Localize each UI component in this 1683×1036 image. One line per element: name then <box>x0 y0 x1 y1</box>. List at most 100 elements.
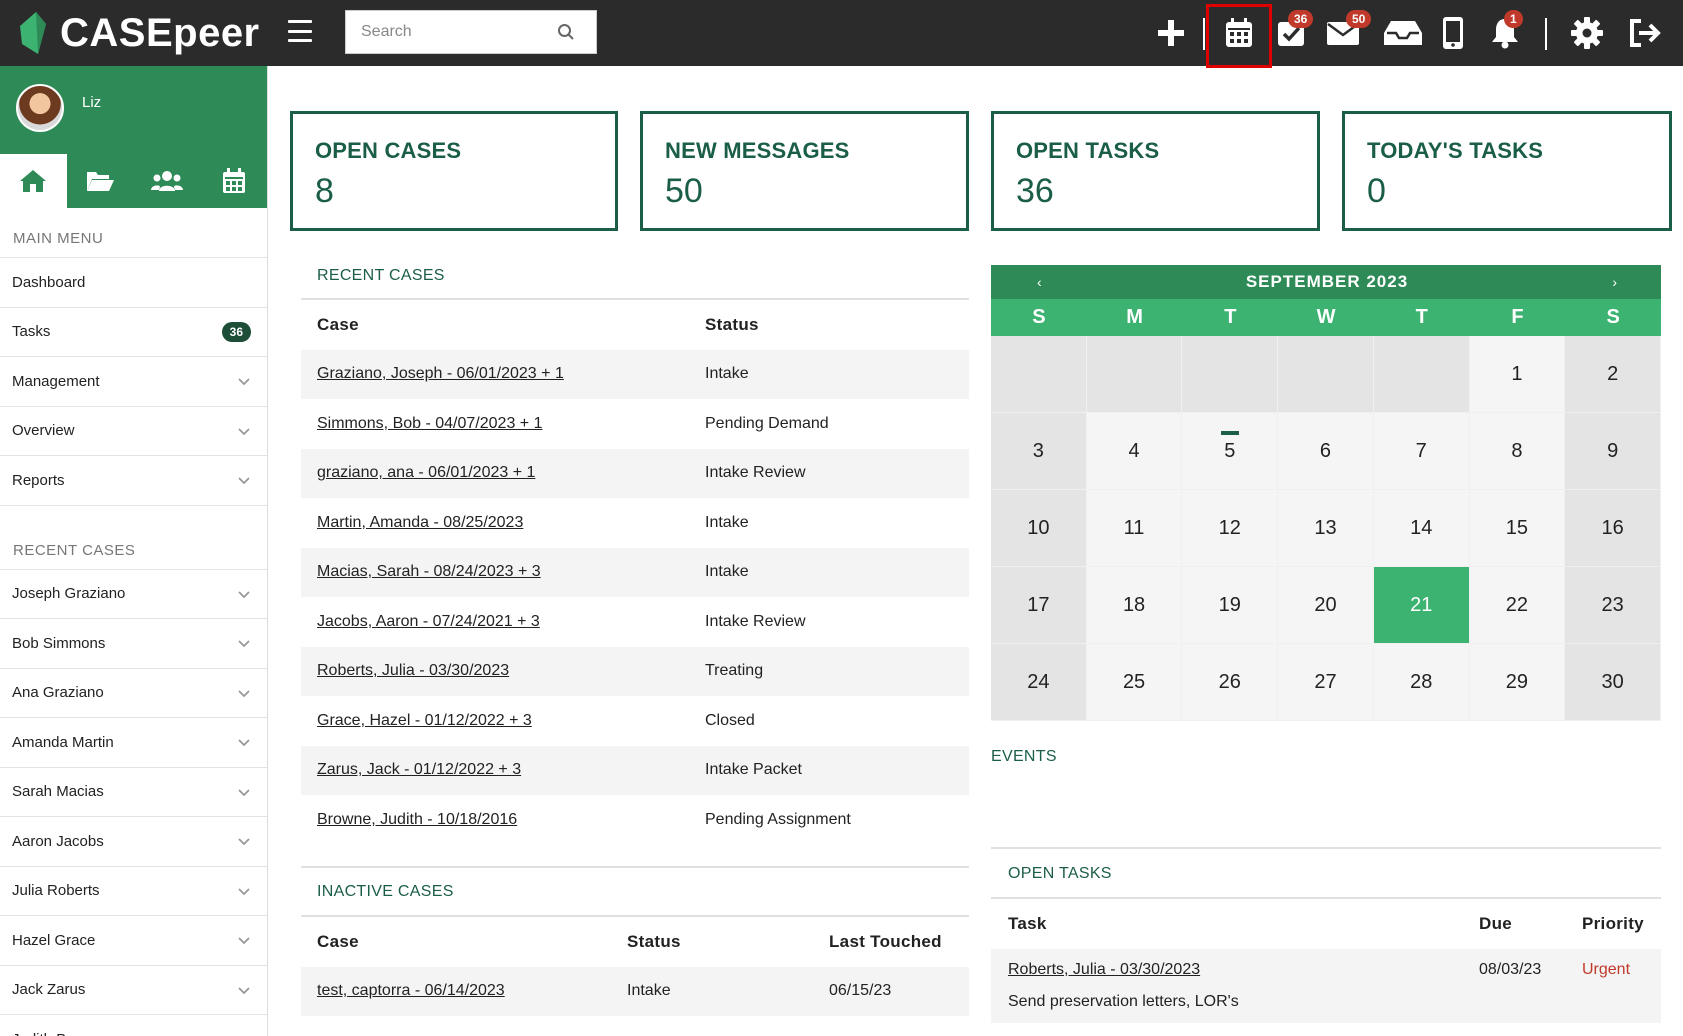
logout-icon[interactable] <box>1624 12 1666 54</box>
sidebar-recent-case[interactable]: Jack Zarus <box>0 966 267 1015</box>
sidebar-recent-case[interactable]: Julia Roberts <box>0 867 267 916</box>
calendar-day[interactable]: 10 <box>991 490 1087 567</box>
calendar-day[interactable]: 9 <box>1565 413 1661 490</box>
calendar-day[interactable]: 6 <box>1278 413 1374 490</box>
table-row: Roberts, Julia - 03/30/2023 Treating <box>301 647 969 697</box>
tab-contacts[interactable] <box>134 154 201 208</box>
tab-cases[interactable] <box>67 154 134 208</box>
calendar-day[interactable]: 1 <box>1469 336 1566 413</box>
calendar-day[interactable]: 29 <box>1469 644 1566 721</box>
sidebar-tabs <box>0 154 267 208</box>
open-cases-card[interactable]: OPEN CASES 8 <box>290 111 618 231</box>
case-link[interactable]: test, captorra - 06/14/2023 <box>317 982 505 999</box>
calendar-day[interactable]: 18 <box>1086 567 1183 644</box>
calendar-day[interactable]: 20 <box>1278 567 1374 644</box>
sidebar-recent-case[interactable]: Hazel Grace <box>0 916 267 966</box>
calendar-next-button[interactable]: › <box>1612 274 1617 290</box>
logo[interactable]: CASEpeer <box>16 6 260 60</box>
calendar-prev-button[interactable]: ‹ <box>1037 274 1042 290</box>
calendar-empty-cell <box>1278 336 1374 413</box>
calendar-day[interactable]: 12 <box>1182 490 1279 567</box>
case-link[interactable]: Jacobs, Aaron - 07/24/2021 + 3 <box>317 613 540 630</box>
calendar-day[interactable]: 4 <box>1086 413 1183 490</box>
case-link[interactable]: Grace, Hazel - 01/12/2022 + 3 <box>317 712 532 729</box>
table-row: Martin, Amanda - 08/25/2023 Intake <box>301 498 969 548</box>
case-link[interactable]: Zarus, Jack - 01/12/2022 + 3 <box>317 761 521 778</box>
case-status: Intake <box>627 982 671 1000</box>
case-link[interactable]: Macias, Sarah - 08/24/2023 + 3 <box>317 563 541 580</box>
calendar-day[interactable]: 27 <box>1278 644 1374 721</box>
calendar-day[interactable]: 3 <box>991 413 1087 490</box>
tab-calendar[interactable] <box>200 154 267 208</box>
inbox-icon[interactable] <box>1382 12 1424 54</box>
settings-gear-icon[interactable] <box>1566 12 1608 54</box>
case-link[interactable]: Roberts, Julia - 03/30/2023 <box>317 662 509 679</box>
case-link[interactable]: Simmons, Bob - 04/07/2023 + 1 <box>317 415 542 432</box>
case-link[interactable]: Browne, Judith - 10/18/2016 <box>317 811 517 828</box>
calendar-icon[interactable] <box>1218 12 1260 54</box>
calendar-day[interactable]: 16 <box>1565 490 1661 567</box>
mobile-phone-icon[interactable] <box>1432 12 1474 54</box>
case-link[interactable]: Graziano, Joseph - 06/01/2023 + 1 <box>317 365 564 382</box>
event-indicator <box>1220 431 1239 435</box>
sidebar-item-label: Management <box>12 372 100 390</box>
table-row: Jacobs, Aaron - 07/24/2021 + 3 Intake Rev… <box>301 597 969 647</box>
calendar-day[interactable]: 13 <box>1278 490 1374 567</box>
users-group-icon <box>150 171 183 191</box>
calendar-day[interactable]: 14 <box>1373 490 1470 567</box>
calendar-day[interactable]: 24 <box>991 644 1087 721</box>
recent-cases-menu: Joseph Graziano Bob Simmons Ana Graziano Am… <box>0 570 267 1036</box>
calendar-day[interactable]: 8 <box>1469 413 1566 490</box>
calendar-day-today[interactable]: 21 <box>1373 567 1470 644</box>
open-tasks-card[interactable]: OPEN TASKS 36 <box>991 111 1320 231</box>
search-input[interactable] <box>346 12 551 52</box>
calendar-day[interactable]: 15 <box>1469 490 1566 567</box>
sidebar-recent-case[interactable]: Judith Browne <box>0 1015 267 1036</box>
sidebar-item-dashboard[interactable]: Dashboard <box>0 258 267 308</box>
calendar-day[interactable]: 25 <box>1086 644 1183 721</box>
case-link[interactable]: graziano, ana - 06/01/2023 + 1 <box>317 464 535 481</box>
table-row: Grace, Hazel - 01/12/2022 + 3 Closed <box>301 696 969 746</box>
calendar-day[interactable]: 26 <box>1182 644 1279 721</box>
calendar-day[interactable]: 7 <box>1373 413 1470 490</box>
sidebar-item-overview[interactable]: Overview <box>0 407 267 456</box>
calendar-day[interactable]: 30 <box>1565 644 1661 721</box>
sidebar-item-reports[interactable]: Reports <box>0 456 267 506</box>
table-header: Case Status <box>301 298 969 350</box>
case-link[interactable]: Martin, Amanda - 08/25/2023 <box>317 514 523 531</box>
sidebar-item-label: Joseph Graziano <box>12 585 126 603</box>
recent-cases-table: Case Status Graziano, Joseph - 06/01/202… <box>301 298 969 845</box>
todays-tasks-card[interactable]: TODAY'S TASKS 0 <box>1342 111 1672 231</box>
task-case-link[interactable]: Roberts, Julia - 03/30/2023 <box>1008 961 1200 978</box>
sidebar-recent-case[interactable]: Amanda Martin <box>0 718 267 768</box>
add-icon[interactable] <box>1150 12 1192 54</box>
sidebar-item-management[interactable]: Management <box>0 357 267 407</box>
tasks-icon[interactable]: 36 <box>1270 10 1314 54</box>
task-due-date: 08/03/23 <box>1479 961 1542 978</box>
new-messages-card[interactable]: NEW MESSAGES 50 <box>640 111 969 231</box>
calendar-month-label: SEPTEMBER 2023 <box>1245 272 1409 291</box>
avatar[interactable] <box>16 84 64 132</box>
sidebar-item-tasks[interactable]: Tasks 36 <box>0 308 267 357</box>
case-status: Intake Review <box>705 464 806 482</box>
calendar-day[interactable]: 17 <box>991 567 1087 644</box>
calendar-day[interactable]: 19 <box>1182 567 1279 644</box>
sidebar-recent-case[interactable]: Bob Simmons <box>0 619 267 669</box>
calendar-day[interactable]: 11 <box>1086 490 1183 567</box>
card-title: NEW MESSAGES <box>665 138 850 163</box>
search-icon[interactable] <box>551 17 581 47</box>
sidebar-recent-case[interactable]: Sarah Macias <box>0 768 267 817</box>
sidebar-recent-case[interactable]: Aaron Jacobs <box>0 817 267 867</box>
menu-toggle-icon[interactable] <box>288 20 312 42</box>
notifications-bell-icon[interactable]: 1 <box>1484 10 1526 54</box>
tab-home[interactable] <box>0 154 67 208</box>
calendar-day[interactable]: 2 <box>1565 336 1661 413</box>
sidebar-recent-case[interactable]: Ana Graziano <box>0 669 267 718</box>
calendar-day[interactable]: 23 <box>1565 567 1661 644</box>
calendar-day[interactable]: 5 <box>1182 413 1279 490</box>
table-header: Case Status Last Touched <box>301 915 969 967</box>
messages-icon[interactable]: 50 <box>1322 10 1372 54</box>
calendar-day[interactable]: 22 <box>1469 567 1566 644</box>
calendar-day[interactable]: 28 <box>1373 644 1470 721</box>
sidebar-recent-case[interactable]: Joseph Graziano <box>0 570 267 619</box>
